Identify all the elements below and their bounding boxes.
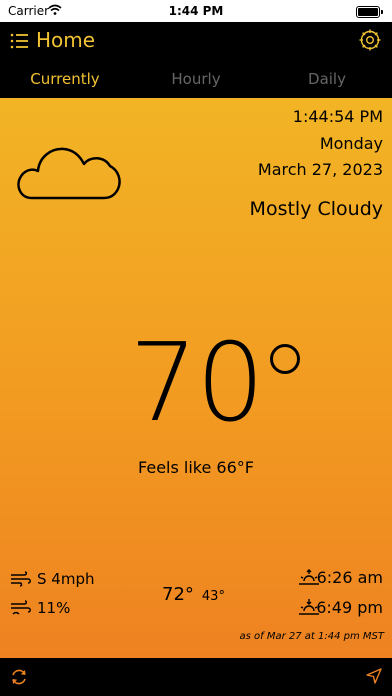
status-time: 1:44 PM [168, 4, 224, 18]
sunrise-time: 6:26 am [316, 568, 383, 587]
current-day: Monday [319, 134, 383, 153]
tab-currently[interactable]: Currently [0, 70, 130, 88]
low-temp: 43° [201, 589, 225, 604]
degree-symbol [270, 344, 300, 374]
tab-hourly[interactable]: Hourly [131, 70, 261, 88]
high-low-temps: 72° 43° [162, 584, 225, 605]
navigation-bar: Home [0, 22, 392, 62]
wind-text: S 4mph [37, 570, 95, 588]
high-temp: 72° [162, 584, 194, 605]
cloud-icon [17, 147, 121, 200]
humidity-text: 11% [37, 599, 71, 617]
current-date: March 27, 2023 [257, 160, 383, 179]
current-conditions-panel: 1:44:54 PM Monday March 27, 2023 Mostly … [0, 98, 392, 658]
feels-like-text: Feels like 66°F [138, 458, 254, 477]
humidity-icon [11, 600, 31, 615]
bottom-toolbar [0, 658, 392, 696]
refresh-icon[interactable] [10, 668, 28, 686]
temperature-value: 70 [129, 321, 264, 446]
tab-bar: Currently Hourly Daily [0, 62, 392, 98]
gear-icon[interactable] [358, 28, 382, 52]
sunset-time: 6:49 pm [316, 598, 383, 617]
condition-text: Mostly Cloudy [249, 198, 383, 220]
wind-icon [11, 571, 31, 587]
status-bar: Carrier 1:44 PM [0, 0, 392, 22]
menu-icon[interactable] [10, 32, 30, 50]
battery-icon [356, 6, 383, 18]
tab-daily[interactable]: Daily [262, 70, 392, 88]
current-time: 1:44:54 PM [292, 107, 383, 126]
page-title: Home [36, 28, 96, 52]
last-updated-text: as of Mar 27 at 1:44 pm MST [239, 631, 385, 642]
location-arrow-icon[interactable] [366, 668, 382, 684]
